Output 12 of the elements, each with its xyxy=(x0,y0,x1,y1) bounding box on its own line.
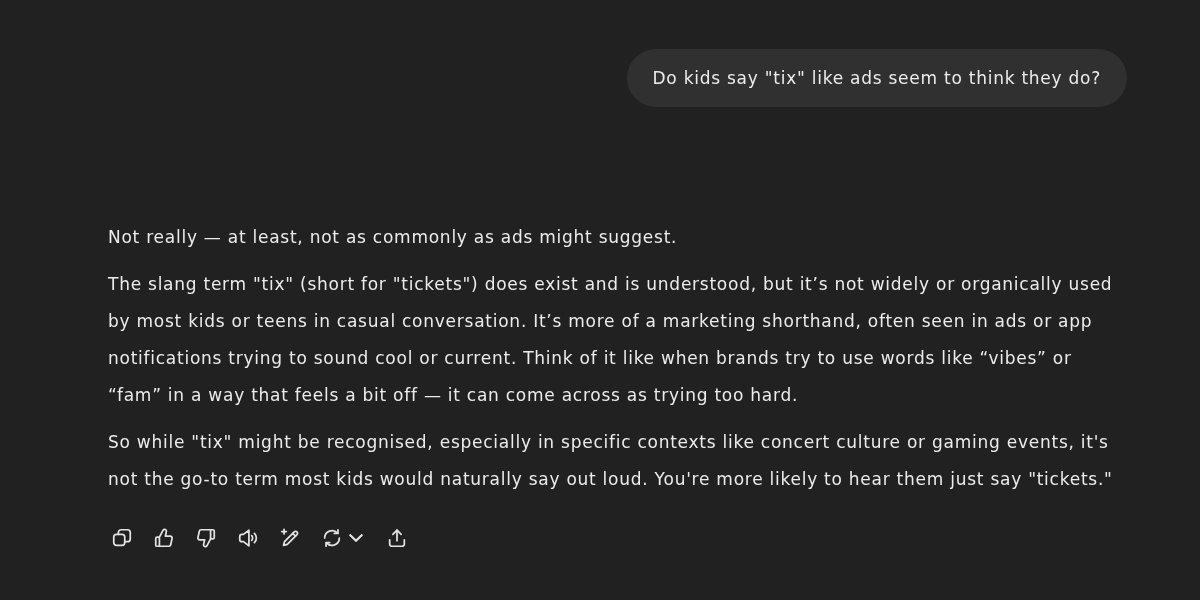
response-paragraph: So while "tix" might be recognised, especially in specific contexts like concert culture or gaming events, it's not the go-to term most kids would naturally say out loud. You're more likely to hear them just say "tickets." xyxy=(108,431,1114,491)
upload-icon xyxy=(386,527,408,549)
response-paragraph: The slang term "tix" (short for "tickets") does exist and is understood, but it’s not widely or organically used by most kids or teens in casual conversation. It’s more of a marketing shorthand, often seen in ads or app notifications trying to sound cool or current. Think of it like when brands try to use words like “vibes” or “fam” in a way that feels a bit off — it can come across as trying too hard. xyxy=(108,273,1114,407)
thumbs-down-icon xyxy=(195,527,217,549)
pencil-sparkle-icon xyxy=(279,527,301,549)
thumbs-up-icon xyxy=(153,527,175,549)
refresh-icon xyxy=(321,527,343,549)
speaker-icon xyxy=(237,527,259,549)
copy-icon xyxy=(111,527,133,549)
chevron-down-icon xyxy=(349,534,363,542)
response-paragraph: Not really — at least, not as commonly as ads might suggest. xyxy=(108,226,679,249)
user-message: Do kids say "tix" like ads seem to think they do? xyxy=(626,49,1127,107)
